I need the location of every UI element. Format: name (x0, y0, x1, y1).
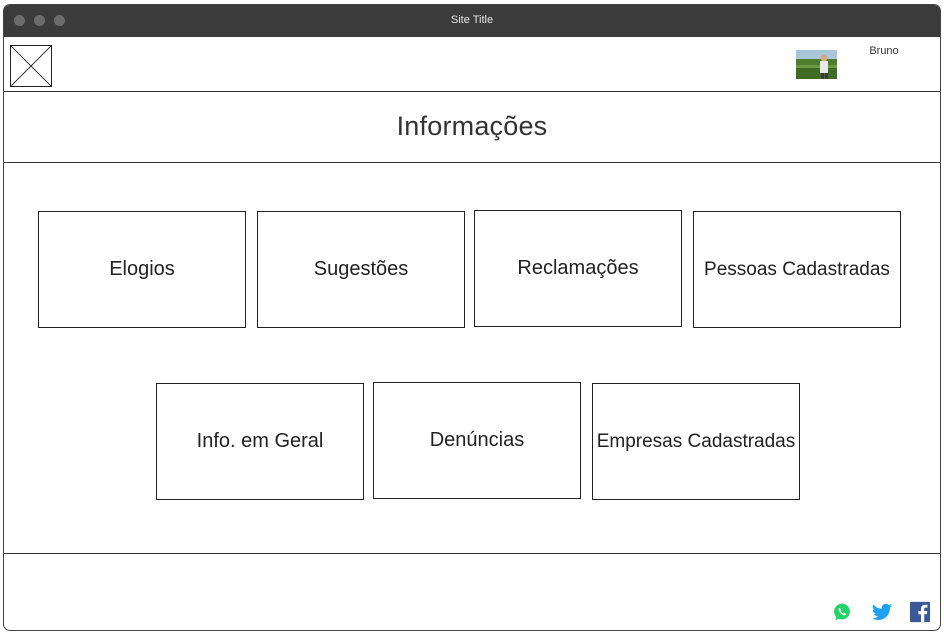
title-divider (4, 162, 940, 163)
whatsapp-icon[interactable] (832, 602, 852, 622)
page-title: Informações (396, 111, 548, 141)
card-elogios[interactable]: Elogios (38, 211, 246, 328)
footer-divider (4, 553, 940, 554)
header-divider (4, 91, 940, 92)
avatar[interactable] (796, 50, 837, 79)
card-label: Sugestões (313, 258, 409, 280)
card-sugestoes[interactable]: Sugestões (257, 211, 465, 328)
user-name[interactable]: Bruno (844, 45, 924, 57)
card-label: Empresas Cadastradas (596, 430, 796, 452)
card-pessoas-cadastradas[interactable]: Pessoas Cadastradas (693, 211, 901, 328)
twitter-icon[interactable] (871, 601, 893, 623)
browser-window: Site Title Bruno Informações Elogios Sug… (3, 4, 941, 631)
window-title: Site Title (450, 14, 494, 26)
card-label: Info. em Geral (196, 430, 324, 452)
card-empresas-cadastradas[interactable]: Empresas Cadastradas (592, 383, 800, 500)
card-label: Reclamações (517, 257, 639, 279)
facebook-icon[interactable] (909, 601, 931, 623)
card-label: Elogios (109, 258, 175, 280)
card-info-em-geral[interactable]: Info. em Geral (156, 383, 364, 500)
title-bar: Site Title (4, 5, 940, 37)
image-placeholder-icon[interactable] (10, 45, 52, 87)
card-label: Pessoas Cadastradas (704, 258, 890, 280)
card-denuncias[interactable]: Denúncias (373, 382, 581, 499)
card-reclamacoes[interactable]: Reclamações (474, 210, 682, 327)
card-label: Denúncias (429, 429, 525, 451)
